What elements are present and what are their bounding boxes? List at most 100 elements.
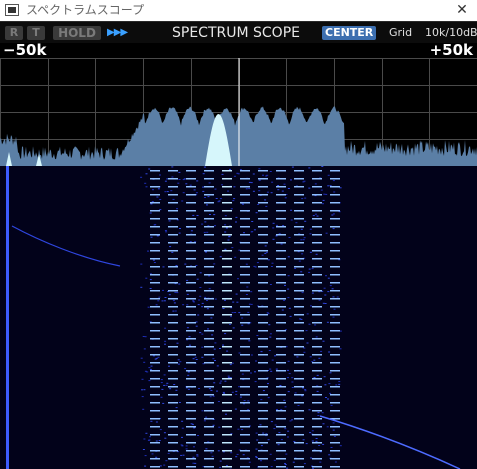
waterfall-noise-dot bbox=[309, 233, 312, 235]
waterfall-signal-dash bbox=[276, 322, 286, 324]
waterfall-signal-dash bbox=[240, 322, 250, 324]
r-button[interactable]: R bbox=[5, 26, 23, 40]
waterfall-signal-dash bbox=[240, 354, 250, 356]
waterfall-noise-dot bbox=[274, 355, 276, 357]
waterfall-noise-dot bbox=[260, 351, 263, 353]
waterfall-signal-dash bbox=[222, 186, 232, 188]
waterfall-signal-dash bbox=[168, 306, 178, 308]
waterfall-noise-dot bbox=[163, 374, 166, 376]
waterfall-noise-dot bbox=[239, 169, 242, 170]
waterfall-noise-dot bbox=[224, 224, 227, 226]
waterfall-signal-dash bbox=[168, 258, 178, 260]
waterfall-noise-dot bbox=[320, 350, 323, 352]
waterfall-noise-dot bbox=[236, 453, 239, 455]
waterfall-signal-dash bbox=[294, 322, 304, 324]
waterfall-noise-dot bbox=[304, 390, 307, 392]
waterfall-signal-dash bbox=[168, 266, 178, 268]
waterfall-noise-dot bbox=[151, 453, 154, 455]
waterfall-noise-dot bbox=[201, 306, 204, 308]
waterfall-noise-dot bbox=[224, 215, 227, 217]
waterfall-signal-dash bbox=[294, 450, 304, 452]
waterfall-noise-dot bbox=[267, 383, 269, 385]
waterfall-noise-dot bbox=[181, 200, 184, 202]
waterfall-signal-dash bbox=[204, 434, 214, 436]
waterfall-signal-dash bbox=[276, 186, 286, 188]
waterfall-signal-dash bbox=[150, 378, 160, 380]
waterfall-noise-dot bbox=[311, 292, 314, 294]
waterfall-noise-dot bbox=[143, 438, 146, 440]
close-button[interactable]: ✕ bbox=[447, 0, 477, 21]
waterfall-signal-dash bbox=[204, 234, 214, 236]
waterfall-signal-dash bbox=[276, 410, 286, 412]
mode-center-button[interactable]: CENTER bbox=[322, 26, 377, 40]
waterfall-signal-dash bbox=[222, 298, 232, 300]
waterfall-noise-dot bbox=[208, 182, 211, 184]
waterfall-signal-dash bbox=[312, 282, 322, 284]
waterfall-signal-dash bbox=[276, 466, 286, 468]
waterfall-noise-dot bbox=[287, 391, 290, 393]
waterfall-signal-dash bbox=[204, 290, 214, 292]
waterfall-noise-dot bbox=[212, 395, 215, 397]
hold-button[interactable]: HOLD bbox=[53, 26, 101, 40]
waterfall-signal-dash bbox=[222, 458, 232, 460]
waterfall-signal-dash bbox=[150, 298, 160, 300]
waterfall-noise-dot bbox=[217, 401, 220, 402]
waterfall-noise-dot bbox=[264, 199, 267, 201]
waterfall-noise-dot bbox=[287, 360, 290, 362]
waterfall-signal-dash bbox=[204, 298, 214, 300]
waterfall-signal-dash bbox=[258, 330, 268, 332]
waterfall-signal-dash bbox=[276, 266, 286, 268]
waterfall-noise-dot bbox=[145, 277, 148, 279]
waterfall-noise-dot bbox=[180, 444, 183, 446]
waterfall-noise-dot bbox=[143, 348, 146, 350]
grid-toggle[interactable]: Grid bbox=[389, 26, 412, 40]
waterfall-noise-dot bbox=[254, 266, 257, 268]
waterfall-signal-dash bbox=[150, 218, 160, 220]
waterfall-noise-dot bbox=[155, 304, 158, 306]
waterfall-noise-dot bbox=[233, 186, 236, 188]
waterfall-noise-dot bbox=[161, 300, 164, 302]
waterfall-noise-dot bbox=[284, 406, 287, 408]
waterfall-noise-dot bbox=[328, 383, 331, 385]
waterfall-signal-dash bbox=[258, 386, 268, 388]
waterfall-noise-dot bbox=[191, 423, 194, 425]
waterfall-noise-dot bbox=[311, 430, 314, 432]
waterfall-noise-dot bbox=[203, 231, 206, 233]
waterfall-display[interactable] bbox=[0, 166, 477, 469]
t-button[interactable]: T bbox=[27, 26, 45, 40]
spectrum-display[interactable] bbox=[0, 58, 477, 166]
waterfall-signal-dash bbox=[294, 170, 304, 172]
waterfall-noise-dot bbox=[185, 183, 188, 185]
waterfall-noise-dot bbox=[174, 310, 177, 312]
waterfall-noise-dot bbox=[314, 183, 317, 185]
waterfall-noise-dot bbox=[164, 327, 167, 329]
waterfall-signal-dash bbox=[294, 370, 304, 372]
waterfall-signal-dash bbox=[330, 258, 340, 260]
waterfall-noise-dot bbox=[301, 198, 304, 200]
waterfall-signal-dash bbox=[312, 242, 322, 244]
waterfall-signal-dash bbox=[168, 202, 178, 204]
waterfall-noise-dot bbox=[189, 241, 192, 243]
waterfall-noise-dot bbox=[206, 308, 209, 310]
waterfall-signal-dash bbox=[222, 394, 232, 396]
waterfall-noise-dot bbox=[216, 390, 218, 392]
waterfall-noise-dot bbox=[294, 268, 297, 269]
waterfall-signal-dash bbox=[204, 330, 214, 332]
waterfall-signal-dash bbox=[276, 226, 286, 228]
waterfall-signal-dash bbox=[240, 426, 250, 428]
waterfall-noise-dot bbox=[202, 186, 205, 188]
waterfall-signal-dash bbox=[276, 354, 286, 356]
waterfall-signal-dash bbox=[204, 210, 214, 212]
waterfall-noise-dot bbox=[166, 191, 169, 193]
waterfall-noise-dot bbox=[227, 190, 229, 192]
speed-button[interactable]: ▶▶▶ bbox=[107, 25, 128, 41]
waterfall-noise-dot bbox=[322, 302, 325, 304]
waterfall-noise-dot bbox=[283, 183, 286, 185]
waterfall-noise-dot bbox=[331, 288, 334, 290]
waterfall-noise-dot bbox=[174, 291, 177, 293]
waterfall-noise-dot bbox=[285, 453, 288, 455]
waterfall-noise-dot bbox=[322, 199, 325, 201]
scale-button[interactable]: 10k/10dB bbox=[425, 26, 477, 40]
waterfall-noise-dot bbox=[332, 180, 335, 182]
waterfall-noise-dot bbox=[259, 424, 262, 426]
